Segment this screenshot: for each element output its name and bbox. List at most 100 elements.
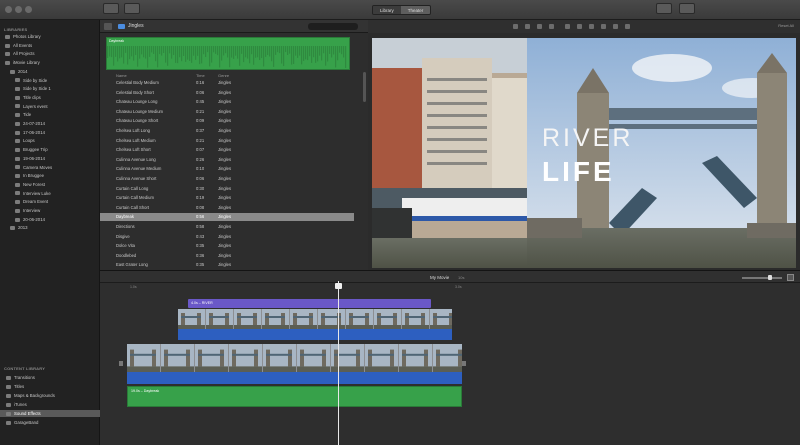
browser-row[interactable]: Culinna Avenue Medium 0:10 Jingles xyxy=(100,165,354,173)
sidebar-item[interactable]: 2013 xyxy=(0,224,100,231)
sidebar-item[interactable]: Camera Moves xyxy=(0,164,100,171)
waveform-bar xyxy=(239,46,241,66)
browser-row[interactable]: Curtain Call Short 0:08 Jingles xyxy=(100,204,354,212)
sidebar-item[interactable]: Title clips xyxy=(0,94,100,101)
content-library-item[interactable]: iTunes xyxy=(0,401,100,408)
browser-row[interactable]: Culinna Avenue Short 0:06 Jingles xyxy=(100,175,354,183)
sidebar-item[interactable]: All Projects xyxy=(0,50,100,57)
thumbnail-bridge xyxy=(266,353,292,356)
sidebar-item[interactable]: Side by Side 1 xyxy=(0,85,100,92)
sidebar-item[interactable]: Photos Library xyxy=(0,33,100,40)
sidebar-item[interactable]: Dream Event xyxy=(0,198,100,205)
playhead-handle[interactable] xyxy=(335,283,342,289)
zoom-window-button[interactable] xyxy=(25,6,32,13)
share-button[interactable] xyxy=(679,3,695,14)
browser-row[interactable]: Chelsea Loft Medium 0:21 Jingles xyxy=(100,137,354,145)
minimize-window-button[interactable] xyxy=(15,6,22,13)
column-time-header[interactable]: Time xyxy=(196,73,205,78)
color-balance-icon[interactable] xyxy=(525,24,530,29)
sidebar-item[interactable]: 20-06-2014 xyxy=(0,216,100,223)
new-project-button[interactable] xyxy=(124,3,140,14)
magic-wand-icon[interactable] xyxy=(513,24,518,29)
main-video-clip[interactable] xyxy=(127,344,462,372)
sidebar-item[interactable]: 19-06-2014 xyxy=(0,155,100,162)
sidebar-item[interactable]: Layers event xyxy=(0,103,100,110)
stabilization-icon[interactable] xyxy=(565,24,570,29)
browser-row[interactable]: East Grater Long 0:35 Jingles xyxy=(100,261,354,269)
noise-reduction-icon[interactable] xyxy=(589,24,594,29)
sidebar-item[interactable]: Bruggee Trip xyxy=(0,146,100,153)
browser-row[interactable]: Chateau Lounge Long 0:45 Jingles xyxy=(100,98,354,106)
browser-scrollbar[interactable] xyxy=(363,72,366,102)
import-button[interactable] xyxy=(103,3,119,14)
browser-row[interactable]: Chateau Lounge Short 0:09 Jingles xyxy=(100,117,354,125)
reset-all-button[interactable]: Reset All xyxy=(778,23,794,28)
background-music-clip[interactable]: 19.0s – Daybreak xyxy=(127,386,462,407)
cutaway-video-clip[interactable] xyxy=(178,309,452,329)
browser-row[interactable]: Chelsea Loft Short 0:07 Jingles xyxy=(100,146,354,154)
sidebar-item[interactable]: 24-07-2014 xyxy=(0,120,100,127)
clip-trim-handle-left[interactable] xyxy=(119,361,123,366)
sidebar-item[interactable]: In Bruggee xyxy=(0,172,100,179)
theater-segment[interactable]: Theater xyxy=(400,6,431,14)
sidebar-item[interactable]: Tide xyxy=(0,111,100,118)
content-library-item[interactable]: Maps & Backgrounds xyxy=(0,392,100,399)
sidebar-toggle-icon[interactable] xyxy=(104,23,112,30)
browser-row[interactable]: Daybreak 0:56 Jingles xyxy=(100,213,354,222)
content-library-item[interactable]: Sound Effects xyxy=(0,410,100,417)
event-star-icon xyxy=(15,217,20,222)
browser-row[interactable]: Celestial Body Medium 0:16 Jingles xyxy=(100,79,354,87)
volume-icon[interactable] xyxy=(577,24,582,29)
title-overlay-line2[interactable]: LIFE xyxy=(542,156,615,188)
main-audio-track[interactable] xyxy=(127,372,462,384)
timeline-zoom-knob[interactable] xyxy=(768,275,772,280)
title-clip[interactable]: 4.0s – RIVER xyxy=(188,299,431,308)
title-overlay-line1[interactable]: RIVER xyxy=(542,124,633,153)
enhance-button[interactable] xyxy=(656,3,672,14)
sidebar-item[interactable]: New Forest xyxy=(0,181,100,188)
sidebar-item[interactable]: Interview xyxy=(0,207,100,214)
sidebar-item-label: Photos Library xyxy=(13,34,41,39)
timeline-zoom-slider[interactable] xyxy=(742,277,782,279)
playhead[interactable] xyxy=(338,281,339,445)
sidebar-item[interactable]: 2014 xyxy=(0,68,100,75)
viewer-frame[interactable]: RIVER LIFE xyxy=(372,38,796,268)
browser-row[interactable]: Dolce Vita 0:35 Jingles xyxy=(100,242,354,250)
browser-row[interactable]: Curtain Call Long 0:30 Jingles xyxy=(100,185,354,193)
browser-row[interactable]: Chelsea Loft Long 0:37 Jingles xyxy=(100,127,354,135)
audio-waveform-preview[interactable]: Daybreak xyxy=(106,37,350,70)
close-window-button[interactable] xyxy=(5,6,12,13)
sidebar-item[interactable]: 17-06-2014 xyxy=(0,129,100,136)
browser-row[interactable]: Curtain Call Medium 0:19 Jingles xyxy=(100,194,354,202)
content-library-item[interactable]: Titles xyxy=(0,383,100,390)
browser-row[interactable]: Chateau Lounge Medium 0:21 Jingles xyxy=(100,108,354,116)
content-library-item[interactable]: Transitions xyxy=(0,374,100,381)
clip-filter-icon[interactable] xyxy=(613,24,618,29)
sidebar-item[interactable]: iMovie Library xyxy=(0,59,100,66)
color-correction-icon[interactable] xyxy=(537,24,542,29)
sidebar-item[interactable]: Interview Luke xyxy=(0,190,100,197)
browser-folder-title[interactable]: Jingles xyxy=(128,23,144,29)
library-segment[interactable]: Library xyxy=(373,6,401,14)
event-star-icon xyxy=(15,139,20,144)
content-library-header: CONTENT LIBRARY xyxy=(4,366,46,371)
sidebar-item[interactable]: All Events xyxy=(0,42,100,49)
search-input[interactable] xyxy=(308,23,358,30)
info-icon[interactable] xyxy=(625,24,630,29)
speed-icon[interactable] xyxy=(601,24,606,29)
column-name-header[interactable]: Name xyxy=(116,73,127,78)
browser-row[interactable]: Culinna Avenue Long 0:26 Jingles xyxy=(100,156,354,164)
browser-row[interactable]: Doodlebed 0:36 Jingles xyxy=(100,252,354,260)
clip-trim-handle-right[interactable] xyxy=(462,361,466,366)
column-genre-header[interactable]: Genre xyxy=(218,73,229,78)
cutaway-audio-track[interactable] xyxy=(178,329,452,340)
sidebar-item[interactable]: Side by Side xyxy=(0,77,100,84)
sidebar-item[interactable]: Loops xyxy=(0,137,100,144)
content-library-item[interactable]: GarageBand xyxy=(0,419,100,426)
timeline-settings-button[interactable] xyxy=(787,274,794,281)
browser-row[interactable]: Directions 0:58 Jingles xyxy=(100,223,354,231)
browser-row[interactable]: Disgive 0:43 Jingles xyxy=(100,233,354,241)
browser-row[interactable]: Celestial Body Short 0:06 Jingles xyxy=(100,89,354,97)
event-star-icon xyxy=(15,191,20,196)
crop-icon[interactable] xyxy=(549,24,554,29)
